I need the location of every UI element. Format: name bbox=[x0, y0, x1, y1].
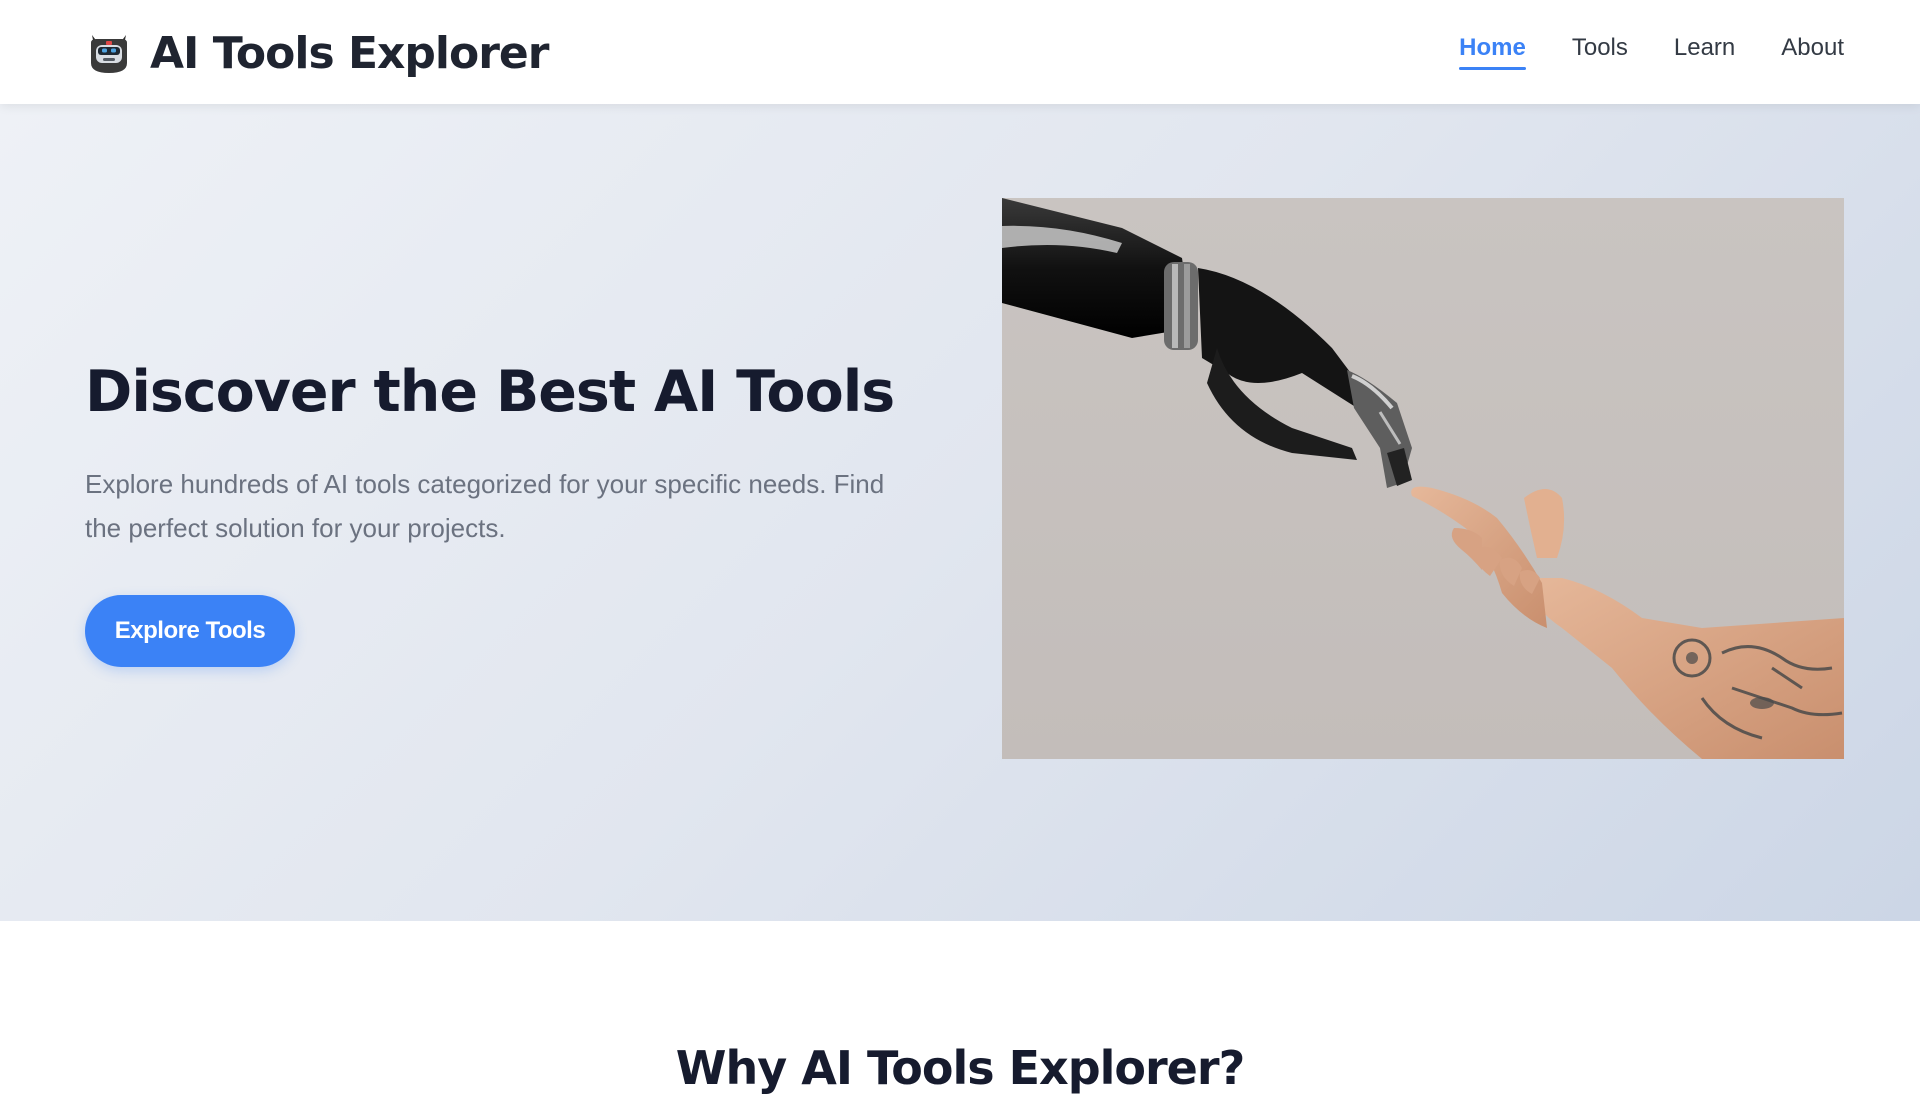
hero-section: Discover the Best AI Tools Explore hundr… bbox=[0, 104, 1920, 921]
explore-tools-button[interactable]: Explore Tools bbox=[85, 595, 295, 667]
nav-tools-link[interactable]: Tools bbox=[1572, 34, 1628, 70]
hero-image bbox=[1002, 198, 1844, 759]
hero-description: Explore hundreds of AI tools categorized… bbox=[85, 469, 885, 543]
nav-home-link[interactable]: Home bbox=[1459, 34, 1526, 70]
why-section: Why AI Tools Explorer? bbox=[0, 921, 1920, 1095]
nav-learn-link[interactable]: Learn bbox=[1674, 34, 1735, 70]
robot-head-icon bbox=[86, 29, 132, 77]
brand-name: AI Tools Explorer bbox=[150, 27, 549, 79]
hero-title: Discover the Best AI Tools bbox=[85, 359, 895, 425]
main-nav: Home Tools Learn About bbox=[1459, 34, 1844, 70]
site-header: AI Tools Explorer Home Tools Learn About bbox=[0, 0, 1920, 104]
brand-logo[interactable]: AI Tools Explorer bbox=[86, 26, 549, 80]
robot-human-hands-illustration bbox=[1002, 198, 1844, 759]
why-section-title: Why AI Tools Explorer? bbox=[675, 1041, 1246, 1095]
nav-about-link[interactable]: About bbox=[1781, 34, 1844, 70]
